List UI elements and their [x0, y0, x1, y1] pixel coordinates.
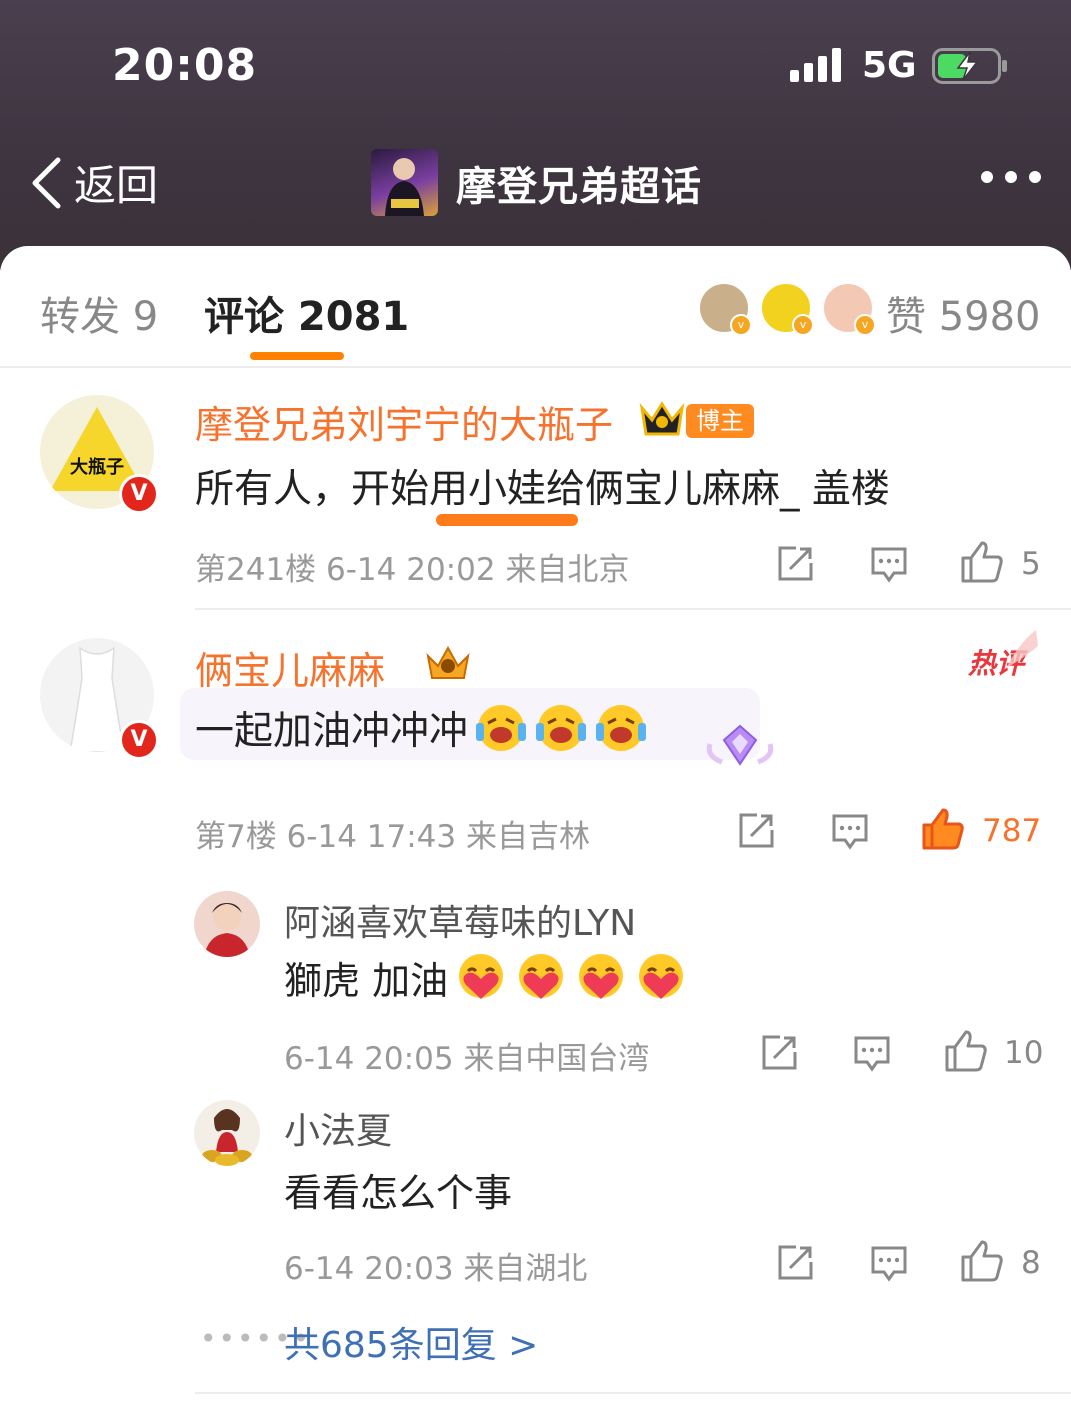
- reply-author-name[interactable]: 阿涵喜欢草莓味的LYN: [284, 894, 636, 946]
- share-icon[interactable]: [776, 1244, 814, 1282]
- share-icon[interactable]: [760, 1034, 798, 1072]
- back-button[interactable]: 返回: [30, 152, 158, 213]
- comment-icon[interactable]: [870, 1245, 908, 1283]
- verified-badge: V: [119, 474, 159, 514]
- comment-meta: 第7楼 6-14 17:43 来自吉林: [195, 819, 590, 855]
- battery-icon: [932, 48, 1007, 84]
- share-icon[interactable]: [776, 545, 814, 583]
- status-time: 20:08: [112, 40, 258, 91]
- like-count: 5: [1021, 546, 1041, 582]
- like-icon[interactable]: [960, 1239, 1004, 1283]
- avatar-text: 大瓶子: [70, 456, 124, 478]
- header-bar: 20:08 5G 返回 摩登兄弟超话: [0, 0, 1071, 270]
- comment-icon[interactable]: [870, 546, 908, 584]
- hug-heart-emoji-icon: [639, 953, 684, 999]
- tab-like[interactable]: 赞 5980: [886, 284, 1041, 342]
- commenter-name[interactable]: 俩宝儿麻麻_: [195, 640, 404, 695]
- reply-meta: 6-14 20:05 来自中国台湾: [284, 1041, 650, 1077]
- laugh-cry-emoji-icon: [476, 705, 527, 751]
- liker-avatar: v: [760, 282, 814, 336]
- tab-repost[interactable]: 转发 9: [40, 284, 158, 342]
- commenter-name[interactable]: 摩登兄弟刘宇宁的大瓶子: [195, 394, 613, 449]
- reply-meta: 6-14 20:03 来自湖北: [284, 1251, 588, 1287]
- comment-text: 所有人，开始用小娃给俩宝儿麻麻_ 盖楼: [195, 467, 890, 512]
- tab-comment[interactable]: 评论 2081: [204, 284, 409, 342]
- reply-text: 看看怎么个事: [284, 1171, 513, 1215]
- comment-meta: 第241楼 6-14 20:02 来自北京: [195, 552, 630, 588]
- more-icon[interactable]: [980, 170, 1042, 184]
- divider: [195, 608, 1071, 610]
- like-count: 787: [982, 813, 1042, 849]
- page-title: 摩登兄弟超话: [456, 163, 702, 210]
- divider: [195, 1392, 1071, 1394]
- liker-avatar: v: [698, 282, 752, 336]
- blogger-badge: 博主: [686, 404, 754, 438]
- like-count: 8: [1021, 1245, 1041, 1281]
- share-icon[interactable]: [737, 812, 775, 850]
- tab-bar: 转发 9 评论 2081 v v v 赞 5980: [0, 246, 1071, 368]
- reply-body: 獅虎 加油: [284, 950, 688, 1005]
- like-icon[interactable]: [944, 1029, 988, 1073]
- avatar[interactable]: [194, 891, 260, 957]
- hug-heart-emoji-icon: [519, 953, 564, 999]
- active-tab-indicator: [250, 352, 344, 360]
- view-all-replies-link[interactable]: 共685条回复 >: [284, 1316, 538, 1368]
- laugh-cry-emoji-icon: [536, 705, 587, 751]
- comment-icon[interactable]: [853, 1035, 891, 1073]
- avatar[interactable]: [194, 1100, 260, 1166]
- signal-icon: [790, 48, 841, 82]
- hug-heart-emoji-icon: [579, 953, 624, 999]
- network-label: 5G: [862, 45, 917, 86]
- member-crown-icon: [426, 645, 470, 679]
- laugh-cry-emoji-icon: [596, 705, 647, 751]
- topic-title-area[interactable]: 摩登兄弟超话: [371, 149, 702, 216]
- topic-avatar: [371, 149, 438, 216]
- like-count: 10: [1004, 1035, 1044, 1071]
- hug-heart-emoji-icon: [459, 953, 504, 999]
- liker-avatar: v: [822, 282, 876, 336]
- crown-icon: [639, 401, 685, 436]
- back-label: 返回: [74, 161, 159, 210]
- orange-underline-mark: [436, 514, 578, 526]
- liked-icon[interactable]: [921, 807, 965, 851]
- verified-badge: V: [119, 720, 159, 760]
- reply-author-name[interactable]: 小法夏: [284, 1102, 392, 1154]
- comment-icon[interactable]: [831, 813, 869, 851]
- comment-text: 一起加油冲冲冲: [195, 709, 469, 754]
- hot-wing-icon: [1006, 630, 1038, 668]
- like-icon[interactable]: [960, 540, 1004, 584]
- diamond-icon: [706, 724, 774, 766]
- reply-text: 獅虎 加油: [284, 959, 449, 1003]
- comment-body: 一起加油冲冲冲: [195, 700, 648, 756]
- chevron-left-icon: [32, 157, 61, 208]
- liker-avatars[interactable]: v v v: [698, 282, 884, 336]
